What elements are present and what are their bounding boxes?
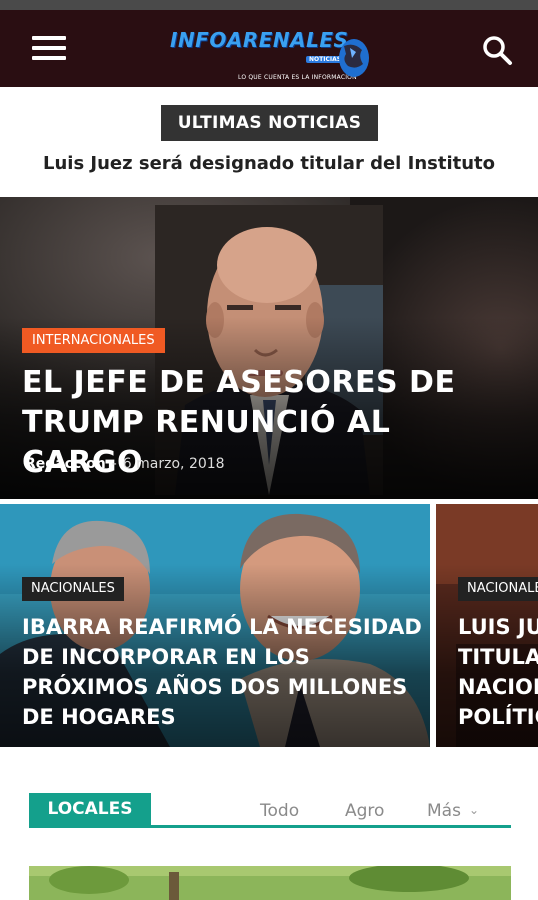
meta-separator: - bbox=[111, 456, 117, 472]
category-badge[interactable]: NACIONALES bbox=[22, 577, 124, 601]
category-badge[interactable]: NACIONALES bbox=[458, 577, 538, 601]
filter-todo[interactable]: Todo bbox=[260, 801, 299, 821]
filter-agro[interactable]: Agro bbox=[345, 801, 384, 821]
latest-news-ticker: ULTIMAS NOTICIAS Luis Juez será designad… bbox=[0, 87, 538, 197]
hamburger-menu-icon[interactable] bbox=[22, 32, 68, 66]
search-icon[interactable] bbox=[478, 32, 518, 70]
thumbnail-image bbox=[29, 866, 511, 900]
section-tab-locales[interactable]: LOCALES bbox=[29, 793, 151, 825]
chevron-down-icon: ⌄ bbox=[468, 803, 480, 817]
carousel-card-title[interactable]: LUIS JU TITULA NACION POLÍTIC bbox=[458, 612, 538, 732]
filter-more-label: Más bbox=[427, 801, 461, 821]
article-thumbnail[interactable] bbox=[29, 866, 511, 900]
carousel-card-partial[interactable]: NACIONALES LUIS JU TITULA NACION POLÍTIC bbox=[436, 504, 538, 747]
globe-icon bbox=[339, 39, 369, 77]
section-divider bbox=[29, 825, 511, 828]
title-line: POLÍTIC bbox=[458, 705, 538, 729]
title-line: NACION bbox=[458, 675, 538, 699]
logo-wordmark: INFOARENALES bbox=[170, 28, 349, 52]
locales-section-header: LOCALES Todo Agro Más ⌄ bbox=[29, 793, 511, 829]
article-date: 6 marzo, 2018 bbox=[122, 456, 225, 472]
site-logo[interactable]: INFOARENALES NOTICIAS LO QUE CUENTA ES L… bbox=[168, 24, 378, 88]
ticker-headline-link[interactable]: Luis Juez será designado titular del Ins… bbox=[0, 153, 538, 174]
title-line: LUIS JU bbox=[458, 615, 538, 639]
featured-article[interactable]: INTERNACIONALES EL JEFE DE ASESORES DE T… bbox=[0, 197, 538, 499]
category-badge[interactable]: INTERNACIONALES bbox=[22, 328, 165, 353]
carousel-card[interactable]: NACIONALES IBARRA REAFIRMÓ LA NECESIDAD … bbox=[0, 504, 430, 747]
article-author[interactable]: Redaccion bbox=[25, 456, 106, 472]
filter-more-dropdown[interactable]: Más ⌄ bbox=[427, 801, 479, 821]
article-meta: Redaccion -6 marzo, 2018 bbox=[25, 456, 225, 472]
carousel-card-title[interactable]: IBARRA REAFIRMÓ LA NECESIDAD DE INCORPOR… bbox=[22, 612, 422, 732]
latest-news-label: ULTIMAS NOTICIAS bbox=[161, 105, 378, 141]
title-line: TITULA bbox=[458, 645, 538, 669]
top-app-bar: INFOARENALES NOTICIAS LO QUE CUENTA ES L… bbox=[0, 10, 538, 87]
status-bar bbox=[0, 0, 538, 10]
